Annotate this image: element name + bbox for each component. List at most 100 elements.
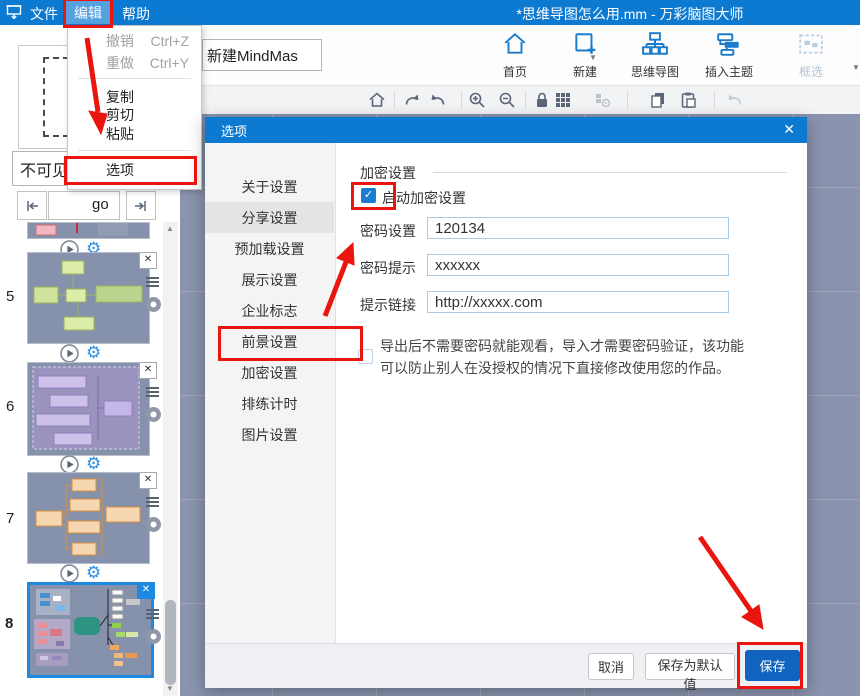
sidebar-item-preload[interactable]: 预加载设置 <box>205 233 334 264</box>
insert-topic-caret-icon[interactable]: ▼ <box>589 53 597 62</box>
sidebar-item-share[interactable]: 分享设置 <box>205 202 334 233</box>
edit-menu-dropdown: 撤销 Ctrl+Z 重做 Ctrl+Y 复制 剪切 粘贴 选项 <box>67 25 202 190</box>
slide-settings-gear-icon[interactable]: ⚙ <box>86 565 101 582</box>
toolbar-separator <box>525 92 526 108</box>
undo-icon[interactable] <box>429 91 447 109</box>
slide-number: 6 <box>6 398 14 415</box>
enable-encrypt-checkbox[interactable]: ✓ <box>361 188 376 203</box>
slide-thumbnail-5[interactable] <box>27 252 150 344</box>
insert-topic-label: 插入主题 <box>697 63 761 80</box>
slides-scrollbar[interactable]: ▲ ▼ <box>163 222 178 696</box>
slide-visibility-icon[interactable] <box>146 297 161 312</box>
slide-menu-icon[interactable] <box>146 277 159 287</box>
toolbar-separator <box>714 92 715 108</box>
options-dialog: 选项 ✕ 关于设置 分享设置 预加载设置 展示设置 企业标志 前景设置 加密设置… <box>205 117 807 688</box>
menu-edit[interactable]: 编辑 <box>66 1 110 24</box>
play-slide-button[interactable] <box>60 344 79 363</box>
menu-file[interactable]: 文件 <box>30 4 58 24</box>
dialog-close-icon[interactable]: ✕ <box>783 121 795 138</box>
menu-separator <box>78 150 191 151</box>
document-name-input[interactable] <box>202 39 322 71</box>
marquee-select-icon <box>798 31 824 57</box>
first-slide-button[interactable] <box>17 191 47 220</box>
delete-slide-button[interactable]: ✕ <box>139 362 157 379</box>
password-input[interactable] <box>427 217 729 239</box>
grid-icon[interactable] <box>554 91 572 109</box>
menu-item-options[interactable]: 选项 <box>68 158 199 182</box>
slide-menu-icon[interactable] <box>146 387 159 397</box>
window-titlebar: 文件 编辑 帮助 *思维导图怎么用.mm - 万彩脑图大师 <box>0 0 860 25</box>
save-as-default-button[interactable]: 保存为默认值 <box>645 653 735 680</box>
mindmap-preview <box>28 473 147 561</box>
sidebar-item-rehearse[interactable]: 排练计时 <box>205 388 334 419</box>
last-slide-button[interactable] <box>126 191 156 220</box>
scroll-down-icon[interactable]: ▼ <box>166 684 174 693</box>
sidebar-item-display[interactable]: 展示设置 <box>205 264 334 295</box>
menu-help[interactable]: 帮助 <box>122 4 150 24</box>
slide-number-input[interactable] <box>48 191 120 220</box>
slide-menu-icon[interactable] <box>146 497 159 507</box>
home-label: 首页 <box>483 63 547 80</box>
canvas-home-icon[interactable] <box>368 91 386 109</box>
go-button[interactable]: go <box>92 196 109 213</box>
cancel-button[interactable]: 取消 <box>588 653 634 680</box>
delete-slide-button[interactable]: ✕ <box>139 252 157 269</box>
undo-shortcut: Ctrl+Z <box>151 33 200 49</box>
lock-icon[interactable] <box>533 91 551 109</box>
play-icon <box>60 564 79 583</box>
home-button[interactable]: 首页 <box>483 31 547 81</box>
hint-link-input[interactable] <box>427 291 729 313</box>
mindmap-button[interactable]: 思维导图 <box>623 31 687 81</box>
redo-label: 重做 <box>68 53 134 73</box>
scrollbar-thumb[interactable] <box>165 600 176 685</box>
slide-settings-gear-icon[interactable]: ⚙ <box>86 456 101 473</box>
insert-topic-button[interactable]: 插入主题 <box>697 31 761 81</box>
toolbar-separator <box>394 92 395 108</box>
paste-icon[interactable] <box>679 91 697 109</box>
zoom-in-icon[interactable] <box>468 91 486 109</box>
cut-label: 剪切 <box>68 105 134 125</box>
slide-thumbnail-8[interactable] <box>27 582 154 678</box>
app-icon <box>6 4 22 21</box>
scroll-up-icon[interactable]: ▲ <box>166 224 174 233</box>
paste-label: 粘贴 <box>68 124 134 144</box>
slide-visibility-icon[interactable] <box>146 629 161 644</box>
redo-shortcut: Ctrl+Y <box>150 55 199 71</box>
sidebar-item-logo[interactable]: 企业标志 <box>205 295 334 326</box>
menu-item-paste[interactable]: 粘贴 <box>68 123 199 145</box>
summary-button: 概括 <box>849 31 860 81</box>
sidebar-item-encrypt[interactable]: 加密设置 <box>205 357 334 388</box>
export-no-password-checkbox[interactable] <box>358 349 373 364</box>
slide-thumbnail-partial[interactable] <box>27 222 150 239</box>
mindmap-label: 思维导图 <box>623 63 687 80</box>
sidebar-item-image[interactable]: 图片设置 <box>205 419 334 450</box>
window-title: *思维导图怎么用.mm - 万彩脑图大师 <box>430 4 830 24</box>
password-hint-label: 密码提示 <box>360 258 416 278</box>
delete-slide-button[interactable]: ✕ <box>137 582 155 599</box>
slide-visibility-icon[interactable] <box>146 517 161 532</box>
mindmap-preview <box>28 223 147 236</box>
copy-icon[interactable] <box>649 91 667 109</box>
password-hint-input[interactable] <box>427 254 729 276</box>
slide-menu-icon[interactable] <box>146 609 159 619</box>
slide-settings-gear-icon[interactable]: ⚙ <box>86 345 101 362</box>
mindmap-icon <box>642 31 668 57</box>
new-button[interactable]: 新建 <box>553 31 617 81</box>
undo-disabled-icon <box>726 91 744 109</box>
enable-encrypt-label: 启动加密设置 <box>382 188 466 208</box>
sidebar-item-about[interactable]: 关于设置 <box>205 171 334 202</box>
quick-toolbar <box>180 85 860 114</box>
slide-thumbnail-6[interactable] <box>27 362 150 456</box>
delete-slide-button[interactable]: ✕ <box>139 472 157 489</box>
zoom-out-icon[interactable] <box>498 91 516 109</box>
mindmap-preview <box>28 253 147 341</box>
slide-visibility-icon[interactable] <box>146 407 161 422</box>
toolbar-separator <box>461 92 462 108</box>
visibility-value: 不可见 <box>20 157 68 181</box>
slide-thumbnail-7[interactable] <box>27 472 150 564</box>
save-button[interactable]: 保存 <box>745 650 800 681</box>
sidebar-item-foreground[interactable]: 前景设置 <box>205 326 334 357</box>
play-slide-button[interactable] <box>60 564 79 583</box>
redo-icon[interactable] <box>403 91 421 109</box>
insert-caret-icon[interactable]: ▼ <box>852 63 860 72</box>
